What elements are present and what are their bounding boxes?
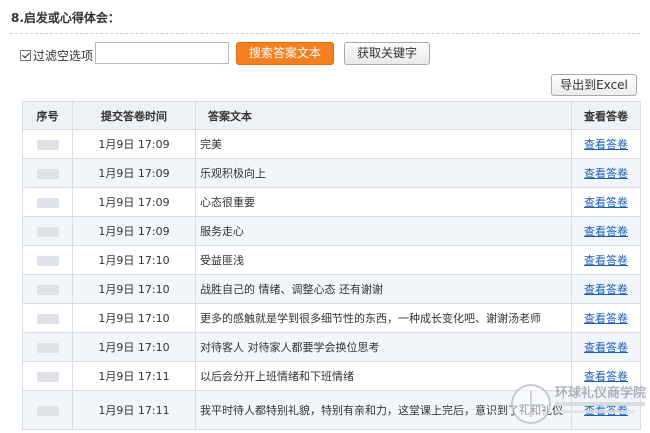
watermark-logo: 环球礼仪商学院	[507, 380, 649, 430]
redacted-number	[36, 168, 59, 179]
row-time: 1月9日 17:11	[72, 390, 196, 430]
redacted-number	[36, 197, 59, 208]
redacted-number	[36, 405, 59, 416]
dashed-divider	[10, 33, 640, 34]
redacted-number	[36, 371, 59, 382]
table-row: 1月9日 17:09 服务走心 查看答卷	[22, 216, 641, 246]
row-time: 1月9日 17:09	[72, 158, 196, 188]
row-number	[22, 187, 73, 217]
view-answer-link[interactable]: 查看答卷	[584, 167, 628, 180]
redacted-number	[36, 342, 59, 353]
row-view-cell: 查看答卷	[571, 158, 641, 188]
row-time: 1月9日 17:09	[72, 216, 196, 246]
watermark-subline-2	[555, 410, 635, 413]
row-view-cell: 查看答卷	[571, 332, 641, 362]
row-view-cell: 查看答卷	[571, 216, 641, 246]
table-row: 1月9日 17:09 乐观积极向上 查看答卷	[22, 158, 641, 188]
view-answer-link[interactable]: 查看答卷	[584, 341, 628, 354]
view-answer-link[interactable]: 查看答卷	[584, 225, 628, 238]
view-answer-link[interactable]: 查看答卷	[584, 283, 628, 296]
row-answer-text: 更多的感触就是学到很多细节性的东西，一种成长变化吧、谢谢汤老师	[195, 303, 572, 333]
row-answer-text: 乐观积极向上	[195, 158, 572, 188]
globe-icon	[511, 384, 551, 424]
filter-checkbox-label: 过滤空选项	[33, 48, 94, 63]
row-time: 1月9日 17:10	[72, 245, 196, 275]
row-number	[22, 390, 73, 430]
header-no: 序号	[22, 101, 73, 130]
search-answer-text-button[interactable]: 搜索答案文本	[236, 42, 334, 65]
view-answer-link[interactable]: 查看答卷	[584, 254, 628, 267]
redacted-number	[36, 255, 59, 266]
view-answer-link[interactable]: 查看答卷	[584, 196, 628, 209]
redacted-number	[36, 313, 59, 324]
get-keywords-button[interactable]: 获取关键字	[344, 42, 430, 65]
question-title: 8.启发或心得体会：	[11, 11, 120, 25]
row-answer-text: 对待客人 对待家人都要学会换位思考	[195, 332, 572, 362]
row-time: 1月9日 17:10	[72, 332, 196, 362]
table-row: 1月9日 17:09 心态很重要 查看答卷	[22, 187, 641, 217]
redacted-number	[36, 284, 59, 295]
table-row: 1月9日 17:10 受益匪浅 查看答卷	[22, 245, 641, 275]
row-time: 1月9日 17:09	[72, 129, 196, 159]
row-number	[22, 216, 73, 246]
redacted-number	[36, 226, 59, 237]
view-answer-link[interactable]: 查看答卷	[584, 312, 628, 325]
filter-checkbox[interactable]	[20, 49, 31, 61]
row-answer-text: 战胜自己的 情绪、调整心态 还有谢谢	[195, 274, 572, 304]
row-number	[22, 332, 73, 362]
row-view-cell: 查看答卷	[571, 129, 641, 159]
header-text: 答案文本	[195, 101, 572, 130]
view-answer-link[interactable]: 查看答卷	[584, 138, 628, 151]
row-time: 1月9日 17:10	[72, 274, 196, 304]
row-number	[22, 303, 73, 333]
table-row: 1月9日 17:10 战胜自己的 情绪、调整心态 还有谢谢 查看答卷	[22, 274, 641, 304]
filter-empty-option[interactable]: 过滤空选项	[20, 45, 93, 65]
row-view-cell: 查看答卷	[571, 187, 641, 217]
table-row: 1月9日 17:10 对待客人 对待家人都要学会换位思考 查看答卷	[22, 332, 641, 362]
row-number	[22, 361, 73, 391]
row-view-cell: 查看答卷	[571, 274, 641, 304]
row-answer-text: 心态很重要	[195, 187, 572, 217]
export-excel-button[interactable]: 导出到Excel	[551, 74, 637, 96]
watermark-subline	[555, 402, 645, 406]
row-time: 1月9日 17:09	[72, 187, 196, 217]
row-number	[22, 245, 73, 275]
row-time: 1月9日 17:10	[72, 303, 196, 333]
row-answer-text: 服务走心	[195, 216, 572, 246]
watermark-text: 环球礼仪商学院	[555, 386, 647, 401]
table-row: 1月9日 17:10 更多的感触就是学到很多细节性的东西，一种成长变化吧、谢谢汤…	[22, 303, 641, 333]
row-time: 1月9日 17:11	[72, 361, 196, 391]
table-header-row: 序号 提交答卷时间 答案文本 查看答卷	[22, 101, 641, 130]
table-row: 1月9日 17:09 完美 查看答卷	[22, 129, 641, 159]
redacted-number	[36, 139, 59, 150]
row-view-cell: 查看答卷	[571, 245, 641, 275]
row-view-cell: 查看答卷	[571, 303, 641, 333]
row-answer-text: 受益匪浅	[195, 245, 572, 275]
header-time: 提交答卷时间	[72, 101, 196, 130]
search-input[interactable]	[95, 42, 229, 64]
row-answer-text: 完美	[195, 129, 572, 159]
row-number	[22, 158, 73, 188]
row-number	[22, 274, 73, 304]
row-number	[22, 129, 73, 159]
header-view: 查看答卷	[571, 101, 641, 130]
